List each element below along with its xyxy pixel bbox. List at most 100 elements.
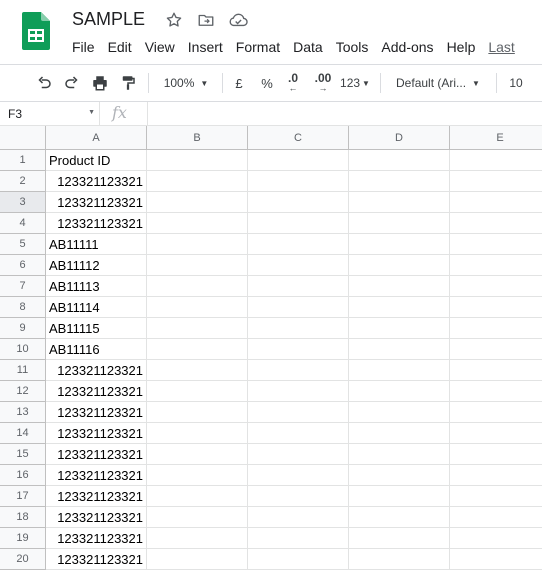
cell-d[interactable] (349, 171, 450, 192)
cell-d[interactable] (349, 423, 450, 444)
cell-d[interactable] (349, 402, 450, 423)
document-title[interactable]: SAMPLE (72, 9, 145, 30)
cell-e[interactable] (450, 381, 542, 402)
row-header[interactable]: 16 (0, 465, 46, 486)
cell-c[interactable] (248, 318, 349, 339)
cell-e[interactable] (450, 213, 542, 234)
cell-a[interactable]: 123321123321 (46, 549, 147, 570)
cell-e[interactable] (450, 423, 542, 444)
column-header-a[interactable]: A (46, 126, 147, 150)
currency-format-button[interactable]: £ (228, 65, 250, 101)
cell-a[interactable]: AB11113 (46, 276, 147, 297)
zoom-select[interactable]: 100% ▼ (156, 65, 216, 101)
cell-a[interactable]: 123321123321 (46, 192, 147, 213)
cell-a[interactable]: 123321123321 (46, 486, 147, 507)
star-icon[interactable] (164, 10, 184, 30)
cell-b[interactable] (147, 360, 248, 381)
cell-c[interactable] (248, 402, 349, 423)
cell-b[interactable] (147, 486, 248, 507)
row-header[interactable]: 1 (0, 150, 46, 171)
cell-d[interactable] (349, 255, 450, 276)
cell-e[interactable] (450, 528, 542, 549)
decrease-decimal-button[interactable]: .0 ← (282, 65, 304, 101)
cell-b[interactable] (147, 423, 248, 444)
undo-icon[interactable] (32, 65, 56, 101)
cell-a[interactable]: AB11111 (46, 234, 147, 255)
cell-e[interactable] (450, 549, 542, 570)
column-header-c[interactable]: C (248, 126, 349, 150)
cell-c[interactable] (248, 444, 349, 465)
cell-b[interactable] (147, 276, 248, 297)
cell-a[interactable]: 123321123321 (46, 528, 147, 549)
cell-a[interactable]: 123321123321 (46, 402, 147, 423)
cell-c[interactable] (248, 549, 349, 570)
cell-d[interactable] (349, 150, 450, 171)
row-header[interactable]: 6 (0, 255, 46, 276)
cell-a[interactable]: 123321123321 (46, 213, 147, 234)
cell-e[interactable] (450, 192, 542, 213)
cell-e[interactable] (450, 276, 542, 297)
menu-file[interactable]: File (72, 39, 95, 55)
cell-e[interactable] (450, 318, 542, 339)
cell-c[interactable] (248, 276, 349, 297)
cell-d[interactable] (349, 318, 450, 339)
row-header[interactable]: 17 (0, 486, 46, 507)
cell-d[interactable] (349, 339, 450, 360)
row-header[interactable]: 20 (0, 549, 46, 570)
cell-d[interactable] (349, 549, 450, 570)
cell-d[interactable] (349, 276, 450, 297)
last-edit-link[interactable]: Last (488, 39, 514, 55)
cell-d[interactable] (349, 444, 450, 465)
cell-a[interactable]: 123321123321 (46, 444, 147, 465)
row-header[interactable]: 10 (0, 339, 46, 360)
cell-b[interactable] (147, 171, 248, 192)
row-header[interactable]: 14 (0, 423, 46, 444)
select-all-corner[interactable] (0, 126, 46, 150)
cell-c[interactable] (248, 339, 349, 360)
menu-help[interactable]: Help (447, 39, 476, 55)
cell-b[interactable] (147, 297, 248, 318)
cell-c[interactable] (248, 150, 349, 171)
row-header[interactable]: 18 (0, 507, 46, 528)
column-header-e[interactable]: E (450, 126, 542, 150)
cell-a[interactable]: 123321123321 (46, 381, 147, 402)
cell-a[interactable]: AB11114 (46, 297, 147, 318)
formula-input[interactable] (150, 102, 542, 125)
cell-e[interactable] (450, 255, 542, 276)
cell-b[interactable] (147, 381, 248, 402)
cell-b[interactable] (147, 213, 248, 234)
cell-c[interactable] (248, 486, 349, 507)
cell-e[interactable] (450, 297, 542, 318)
cell-d[interactable] (349, 192, 450, 213)
cell-e[interactable] (450, 150, 542, 171)
cell-b[interactable] (147, 528, 248, 549)
cell-c[interactable] (248, 528, 349, 549)
menu-tools[interactable]: Tools (336, 39, 369, 55)
cell-c[interactable] (248, 465, 349, 486)
cell-d[interactable] (349, 528, 450, 549)
cell-e[interactable] (450, 171, 542, 192)
row-header[interactable]: 13 (0, 402, 46, 423)
cell-c[interactable] (248, 507, 349, 528)
column-header-d[interactable]: D (349, 126, 450, 150)
menu-view[interactable]: View (145, 39, 175, 55)
cell-e[interactable] (450, 486, 542, 507)
cell-c[interactable] (248, 213, 349, 234)
name-box[interactable]: F3 ▼ (0, 102, 100, 125)
menu-format[interactable]: Format (236, 39, 280, 55)
row-header[interactable]: 15 (0, 444, 46, 465)
row-header[interactable]: 5 (0, 234, 46, 255)
cell-e[interactable] (450, 402, 542, 423)
cell-a[interactable]: 123321123321 (46, 465, 147, 486)
row-header[interactable]: 8 (0, 297, 46, 318)
cell-d[interactable] (349, 360, 450, 381)
row-header[interactable]: 11 (0, 360, 46, 381)
menu-insert[interactable]: Insert (188, 39, 223, 55)
cell-e[interactable] (450, 234, 542, 255)
cell-d[interactable] (349, 465, 450, 486)
cell-e[interactable] (450, 360, 542, 381)
cell-c[interactable] (248, 171, 349, 192)
font-size-input[interactable]: 10 (502, 65, 530, 101)
menu-addons[interactable]: Add-ons (381, 39, 433, 55)
move-to-folder-icon[interactable] (196, 10, 216, 30)
